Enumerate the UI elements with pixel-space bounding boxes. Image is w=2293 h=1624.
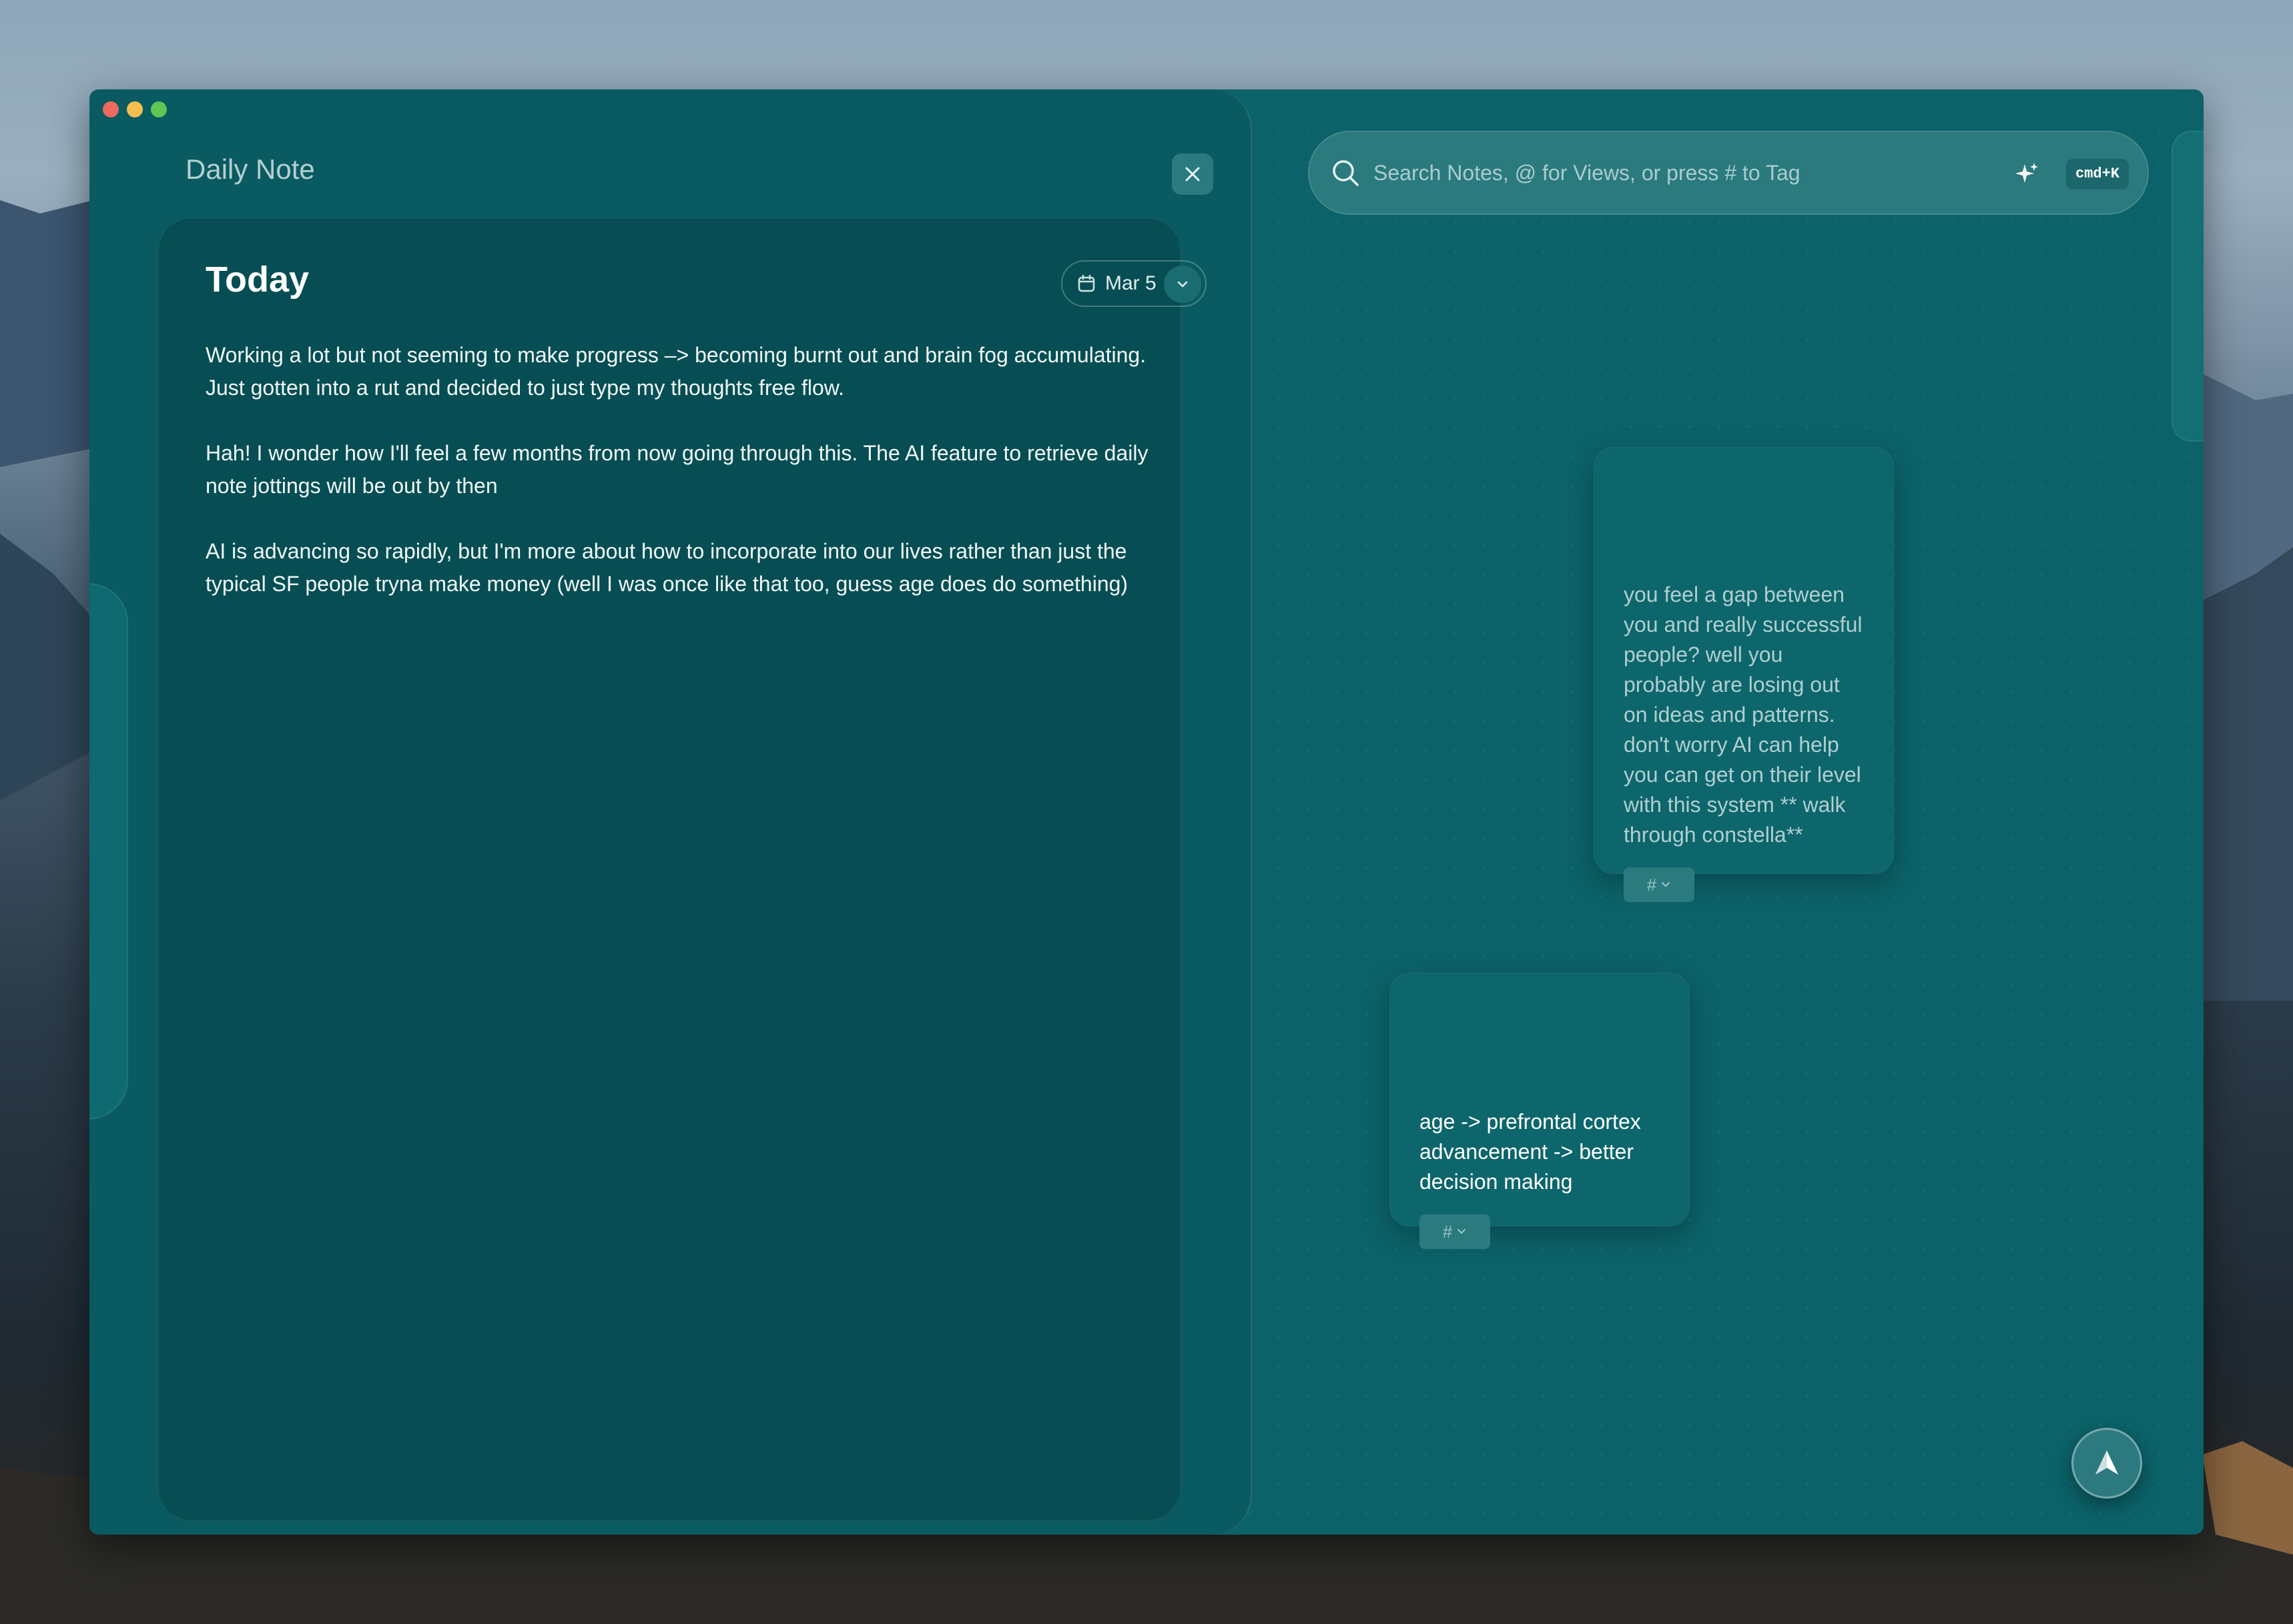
card-text: you feel a gap between you and really su…: [1624, 582, 1863, 847]
calendar-icon: [1078, 274, 1095, 292]
side-drawer-handle[interactable]: [89, 583, 128, 1120]
panel-title: Daily Note: [186, 153, 315, 185]
search-icon: [1333, 160, 1359, 186]
note-body[interactable]: Working a lot but not seeming to make pr…: [206, 339, 1167, 633]
close-icon: [1185, 167, 1200, 181]
search-input[interactable]: [1372, 159, 1975, 186]
note-editor[interactable]: Today Mar 5 Working a lot but not seemin…: [157, 218, 1207, 1521]
close-window-button[interactable]: [103, 101, 119, 117]
chevron-down-icon: [1457, 1228, 1466, 1234]
canvas-note-card[interactable]: you feel a gap between you and really su…: [1594, 447, 1894, 902]
note-paragraph: Hah! I wonder how I'll feel a few months…: [206, 441, 1149, 498]
tag-dropdown-button[interactable]: #: [1419, 1214, 1490, 1249]
sparkle-icon[interactable]: [2014, 161, 2039, 187]
tag-dropdown-button[interactable]: #: [1624, 867, 1694, 902]
hashtag-icon: #: [1442, 1221, 1453, 1242]
right-side-drawer-handle[interactable]: [2172, 131, 2204, 442]
window-controls: [103, 101, 167, 117]
shortcut-badge: cmd+K: [2065, 159, 2129, 189]
card-text: age -> prefrontal cortex advancement -> …: [1419, 1110, 1641, 1194]
chevron-down-icon: [1662, 881, 1670, 887]
zoom-window-button[interactable]: [151, 101, 167, 117]
hashtag-icon: #: [1646, 874, 1657, 895]
search-bar[interactable]: cmd+K: [1308, 131, 2149, 215]
note-paragraph: AI is advancing so rapidly, but I'm more…: [206, 539, 1128, 596]
navigate-fab-button[interactable]: [2071, 1428, 2142, 1499]
canvas-note-card[interactable]: age -> prefrontal cortex advancement -> …: [1389, 973, 1690, 1249]
navigate-arrow-icon: [2095, 1451, 2118, 1475]
date-picker[interactable]: Mar 5: [1061, 260, 1207, 307]
note-paragraph: Working a lot but not seeming to make pr…: [206, 343, 1146, 400]
app-window: Daily Note Today Mar 5 Working a lot but…: [89, 89, 2204, 1535]
chevron-down-icon: [1177, 281, 1188, 288]
date-label: Mar 5: [1105, 272, 1157, 294]
note-heading: Today: [206, 260, 310, 300]
close-panel-button[interactable]: [1172, 153, 1213, 195]
daily-note-panel: Daily Note Today Mar 5 Working a lot but…: [89, 89, 1252, 1535]
date-dropdown-button[interactable]: [1164, 266, 1201, 303]
minimize-window-button[interactable]: [127, 101, 143, 117]
